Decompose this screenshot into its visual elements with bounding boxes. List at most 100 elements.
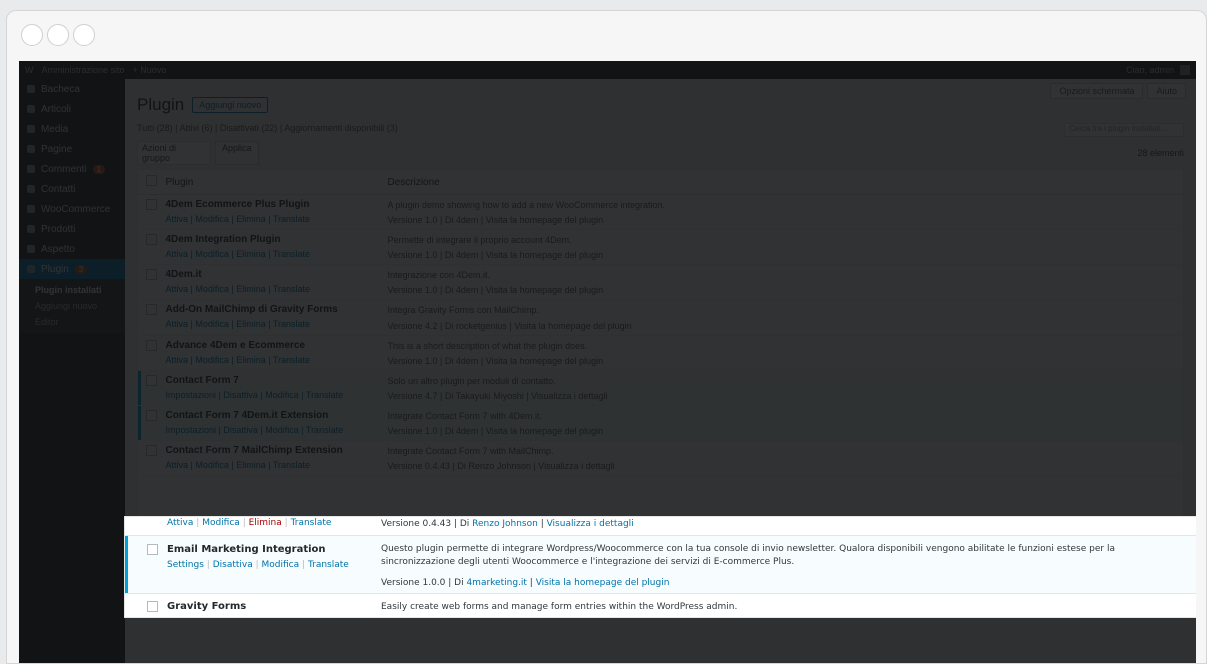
plugin-meta[interactable]: Versione 1.0 | Di 4dem | Visita la homep…: [388, 215, 1184, 225]
plugin-description: Permette di integrare il proprio account…: [387, 235, 572, 246]
menu-icon: [27, 225, 35, 233]
avatar[interactable]: [1180, 65, 1190, 75]
plugin-description: Questo plugin permette di integrare Word…: [381, 544, 1115, 568]
sidebar-item-label: Aspetto: [41, 243, 75, 255]
plugin-description: Easily create web forms and manage form …: [381, 602, 738, 612]
sidebar-item[interactable]: Bacheca: [19, 79, 125, 99]
sidebar-item[interactable]: Media: [19, 119, 125, 139]
plugin-homepage-link[interactable]: Visita la homepage del plugin: [536, 578, 670, 588]
deactivate-link[interactable]: Disattiva: [213, 560, 253, 570]
close-window-icon[interactable]: [21, 24, 43, 46]
activate-link[interactable]: Attiva: [167, 518, 193, 528]
sidebar-item-label: Commenti: [41, 163, 87, 175]
menu-icon: [27, 145, 35, 153]
row-checkbox[interactable]: [146, 199, 157, 210]
row-checkbox[interactable]: [146, 339, 157, 351]
plugin-description: Integrazione con 4Dem.it.: [387, 270, 491, 281]
plugin-submenu: Plugin installati Aggiungi nuovo Editor: [19, 279, 125, 333]
maximize-window-icon[interactable]: [73, 24, 95, 46]
plugin-meta[interactable]: Versione 1.0 | Di 4dem | Visita la homep…: [388, 250, 1184, 260]
row-actions[interactable]: Attiva | Modifica | Elimina | Translate: [166, 355, 388, 365]
edit-link[interactable]: Modifica: [262, 560, 300, 570]
select-all-checkbox[interactable]: [146, 175, 157, 186]
bulk-action-select[interactable]: Azioni di gruppo: [137, 141, 211, 165]
apply-button[interactable]: Applica: [215, 141, 259, 165]
help-button[interactable]: Aiuto: [1147, 83, 1186, 99]
plugin-meta[interactable]: Versione 4.7 | Di Takayuki Miyoshi | Vis…: [388, 391, 1184, 401]
screen-options-button[interactable]: Opzioni schermata: [1050, 83, 1144, 99]
submenu-item[interactable]: Aggiungi nuovo: [19, 298, 125, 314]
row-checkbox[interactable]: [146, 304, 157, 316]
row-checkbox[interactable]: [146, 409, 157, 421]
table-row: 4Dem.it Attiva | Modifica | Elimina | Tra…: [137, 264, 1184, 301]
plugin-name: Contact Form 7 4Dem.it Extension: [165, 409, 329, 421]
menu-icon: [27, 85, 35, 93]
row-checkbox[interactable]: [147, 544, 158, 555]
plugin-meta[interactable]: Versione 1.0 | Di 4dem | Visita la homep…: [388, 356, 1184, 366]
search-input[interactable]: Cerca fra i plugin installati...: [1064, 123, 1184, 137]
sidebar-item-label: Media: [41, 123, 69, 135]
plugin-meta[interactable]: Versione 4.2 | Di rocketgenius | Visita …: [388, 321, 1184, 331]
plugin-name: 4Dem.it: [165, 269, 202, 281]
translate-link[interactable]: Translate: [291, 518, 332, 528]
plugin-meta[interactable]: Versione 1.0 | Di 4dem | Visita la homep…: [388, 426, 1184, 436]
translate-link[interactable]: Translate: [308, 560, 349, 570]
author-link[interactable]: 4marketing.it: [466, 578, 526, 588]
delete-link[interactable]: Elimina: [249, 518, 282, 528]
adminbar-item[interactable]: W: [25, 65, 34, 75]
window-titlebar: [7, 11, 1206, 61]
row-actions: Attiva | Modifica | Elimina | Translate: [167, 518, 332, 528]
filter-views[interactable]: Tutti (28) | Attivi (6) | Disattivati (2…: [137, 123, 398, 137]
edit-link[interactable]: Modifica: [202, 518, 240, 528]
plugin-meta[interactable]: Versione 0.4.43 | Di Renzo Johnson | Vis…: [388, 461, 1184, 471]
plugin-name: Add-On MailChimp di Gravity Forms: [165, 304, 338, 316]
sidebar-item[interactable]: Commenti 1: [19, 159, 125, 179]
row-actions[interactable]: Impostazioni | Disattiva | Modifica | Tr…: [166, 425, 388, 435]
wp-admin-viewport: W Amministrazione sito + Nuovo Ciao, admin…: [19, 61, 1196, 663]
row-actions[interactable]: Attiva | Modifica | Elimina | Translate: [166, 460, 388, 470]
sidebar-item[interactable]: Pagine: [19, 139, 125, 159]
menu-icon: [27, 165, 35, 173]
plugin-name: Contact Form 7: [165, 374, 239, 386]
author-link[interactable]: Renzo Johnson: [472, 519, 538, 529]
plugin-name: Advance 4Dem e Ecommerce: [165, 339, 306, 351]
row-checkbox[interactable]: [146, 234, 157, 246]
view-details-link[interactable]: Visualizza i dettagli: [547, 519, 634, 529]
submenu-item[interactable]: Plugin installati: [19, 282, 125, 298]
row-actions[interactable]: Impostazioni | Disattiva | Modifica | Tr…: [166, 390, 388, 400]
sidebar-item[interactable]: Articoli: [19, 99, 125, 119]
page-title: Plugin: [137, 95, 185, 114]
plugin-meta: Versione 1.0.0 | Di 4marketing.it | Visi…: [381, 578, 670, 588]
table-row: Advance 4Dem e Ecommerce Attiva | Modific…: [137, 335, 1184, 371]
sidebar-item[interactable]: Contatti: [19, 179, 125, 199]
row-actions[interactable]: Attiva | Modifica | Elimina | Translate: [166, 284, 388, 294]
row-checkbox[interactable]: [147, 601, 158, 612]
plugin-description: Solo un altro plugin per moduli di conta…: [387, 375, 556, 386]
row-checkbox[interactable]: [146, 269, 157, 281]
sidebar-item[interactable]: Plugin 3: [19, 259, 125, 279]
submenu-item[interactable]: Editor: [19, 314, 125, 330]
plugin-meta[interactable]: Versione 1.0 | Di 4dem | Visita la homep…: [388, 285, 1184, 295]
sidebar-item[interactable]: WooCommerce: [19, 199, 125, 219]
admin-greeting[interactable]: Ciao, admin: [1126, 65, 1174, 75]
sidebar-item-label: Contatti: [41, 183, 76, 195]
plugin-name: Contact Form 7 MailChimp Extension: [165, 444, 343, 456]
plugin-description: Integrate Contact Form 7 with MailChimp.: [387, 445, 554, 456]
settings-link[interactable]: Settings: [167, 560, 204, 570]
sidebar-item[interactable]: Aspetto: [19, 239, 125, 259]
plugin-description: Integrate Contact Form 7 with 4Dem.it.: [387, 410, 543, 421]
adminbar-item[interactable]: Amministrazione sito: [42, 65, 125, 75]
row-actions[interactable]: Attiva | Modifica | Elimina | Translate: [166, 249, 388, 259]
row-checkbox[interactable]: [146, 444, 157, 456]
row-checkbox[interactable]: [146, 374, 157, 386]
menu-icon: [27, 205, 35, 213]
items-count: 28 elementi: [1137, 148, 1184, 158]
add-new-button[interactable]: Aggiungi nuovo: [192, 97, 269, 113]
menu-icon: [27, 245, 35, 253]
minimize-window-icon[interactable]: [47, 24, 69, 46]
column-header-plugin[interactable]: Plugin: [165, 169, 388, 195]
row-actions[interactable]: Attiva | Modifica | Elimina | Translate: [166, 214, 388, 224]
adminbar-item[interactable]: + Nuovo: [133, 65, 167, 75]
row-actions[interactable]: Attiva | Modifica | Elimina | Translate: [166, 319, 388, 329]
sidebar-item[interactable]: Prodotti: [19, 219, 125, 239]
